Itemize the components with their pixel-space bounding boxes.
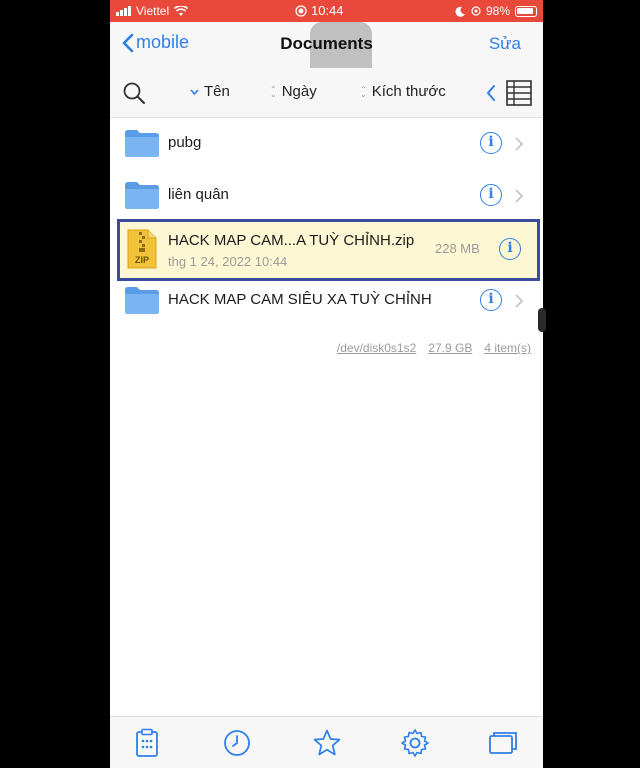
- list-item[interactable]: pubg i: [110, 118, 543, 170]
- info-icon[interactable]: i: [480, 132, 502, 154]
- svg-text:ZIP: ZIP: [135, 255, 149, 265]
- info-icon[interactable]: i: [480, 289, 502, 311]
- list-item[interactable]: HACK MAP CAM SIÊU XA TUỲ CHỈNH i: [110, 275, 543, 327]
- list-view-icon[interactable]: [506, 80, 532, 106]
- folder-icon: [125, 287, 159, 314]
- info-icon[interactable]: i: [499, 238, 521, 260]
- moon-icon: [455, 6, 465, 17]
- storage-info: /dev/disk0s1s2 27.9 GB 4 item(s): [337, 341, 531, 355]
- page-title: Documents: [280, 34, 373, 53]
- search-icon[interactable]: [122, 81, 146, 105]
- star-icon[interactable]: [312, 728, 342, 758]
- device-path[interactable]: /dev/disk0s1s2: [337, 341, 416, 355]
- tab-bar: [110, 716, 543, 768]
- disk-capacity[interactable]: 27.9 GB: [428, 341, 472, 355]
- file-name: pubg: [168, 134, 202, 151]
- sort-bar: Tên ⌃ ⌄ Ngày ⌃ ⌄ Kích thước: [110, 68, 543, 118]
- file-name: HACK MAP CAM...A TUỲ CHỈNH.zip: [168, 232, 415, 249]
- clipboard-icon[interactable]: [132, 728, 162, 758]
- edit-button[interactable]: Sửa: [489, 34, 521, 54]
- sort-arrows-icon: ⌃ ⌄: [360, 84, 367, 99]
- folder-icon: [125, 130, 159, 157]
- file-name: HACK MAP CAM SIÊU XA TUỲ CHỈNH: [168, 291, 432, 308]
- phone-screen: Viettel 10:44 98% mobile Documents Sửa T…: [110, 0, 543, 768]
- chevron-right-icon: [515, 294, 524, 308]
- list-item[interactable]: liên quân i: [110, 170, 543, 222]
- chevron-right-icon: [515, 137, 524, 151]
- windows-icon[interactable]: [488, 728, 518, 758]
- edge-handle[interactable]: [538, 308, 546, 332]
- signal-icon: [116, 6, 131, 16]
- sort-by-date-label: Ngày: [281, 83, 317, 100]
- file-name: liên quân: [168, 186, 229, 203]
- status-bar: Viettel 10:44 98%: [110, 0, 543, 22]
- file-size: 228 MB: [435, 241, 480, 256]
- zip-file-icon: ZIP: [127, 229, 157, 269]
- clock-icon[interactable]: [222, 728, 252, 758]
- chevron-down-icon: [190, 88, 199, 95]
- chevron-left-icon[interactable]: [486, 84, 496, 102]
- list-item-selected[interactable]: ZIP HACK MAP CAM...A TUỲ CHỈNH.zip thg 1…: [117, 219, 540, 281]
- wifi-icon: [174, 5, 189, 16]
- chevron-right-icon: [515, 189, 524, 203]
- carrier-name: Viettel: [136, 4, 170, 18]
- navigation-bar: mobile Documents Sửa: [110, 22, 543, 84]
- screen-record-icon: [295, 4, 307, 17]
- sort-by-size-label: Kích thước: [371, 83, 446, 100]
- folder-icon: [125, 182, 159, 209]
- sort-by-date-button[interactable]: ⌃ ⌄ Ngày: [270, 83, 317, 100]
- location-icon: [471, 6, 481, 16]
- info-icon[interactable]: i: [480, 184, 502, 206]
- sort-arrows-icon: ⌃ ⌄: [270, 84, 277, 99]
- sort-by-name-button[interactable]: Tên: [190, 83, 230, 100]
- clock-time: 10:44: [311, 3, 344, 18]
- file-date: thg 1 24, 2022 10:44: [168, 254, 288, 269]
- item-count[interactable]: 4 item(s): [484, 341, 531, 355]
- sort-by-size-button[interactable]: ⌃ ⌄ Kích thước: [360, 83, 446, 100]
- gear-icon[interactable]: [400, 728, 430, 758]
- battery-icon: [515, 5, 537, 17]
- sort-by-name-label: Tên: [204, 83, 230, 100]
- battery-percent: 98%: [485, 4, 510, 18]
